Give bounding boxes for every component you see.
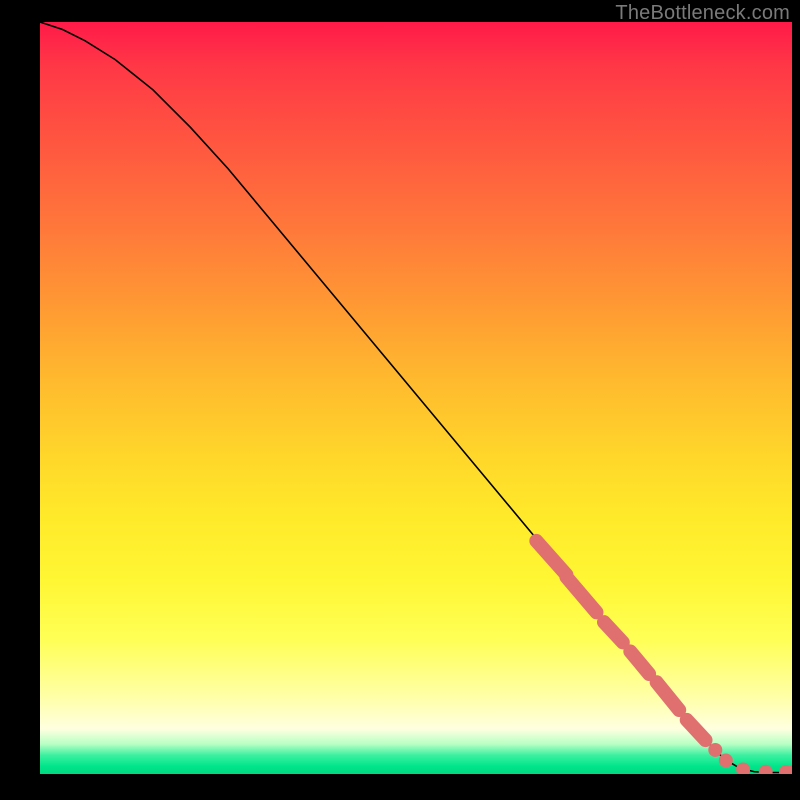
marker-dot — [719, 753, 733, 767]
chart-frame: TheBottleneck.com — [0, 0, 800, 800]
marker-segment — [536, 541, 566, 575]
marker-dot — [708, 743, 722, 757]
marker-segment — [604, 622, 623, 642]
plot-area — [40, 22, 792, 774]
marker-dots — [708, 743, 792, 774]
marker-segment — [566, 577, 596, 612]
curve-line — [40, 22, 792, 773]
marker-segment — [657, 682, 680, 710]
marker-segments — [536, 541, 705, 740]
marker-segment — [687, 720, 706, 740]
marker-dot — [759, 765, 773, 774]
marker-segment — [630, 651, 649, 674]
marker-dot — [736, 762, 750, 774]
chart-svg — [40, 22, 792, 774]
